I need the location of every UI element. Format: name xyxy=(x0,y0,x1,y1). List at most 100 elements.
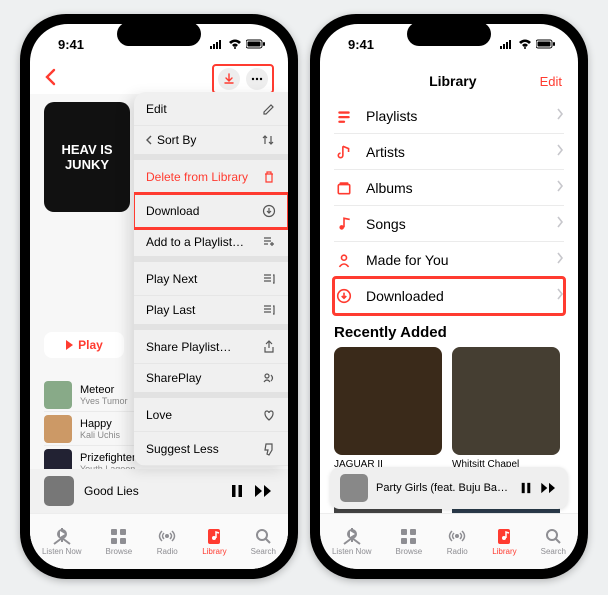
menu-item-play-last[interactable]: Play Last xyxy=(134,296,288,330)
tab-listen-now[interactable]: Listen Now xyxy=(42,527,82,556)
wifi-icon xyxy=(228,39,242,49)
chevron-right-icon xyxy=(556,179,564,197)
trash-icon xyxy=(262,170,276,184)
song-title: Prizefighter xyxy=(80,452,136,464)
status-icons xyxy=(500,39,556,49)
download-button[interactable] xyxy=(218,68,240,90)
playlists-icon xyxy=(334,108,354,124)
recently-added-heading: Recently Added xyxy=(320,314,578,347)
wifi-icon xyxy=(518,39,532,49)
tab-icon xyxy=(493,527,515,545)
tab-label: Library xyxy=(202,547,226,556)
tab-label: Search xyxy=(541,547,566,556)
play-button[interactable]: Play xyxy=(44,332,124,358)
downloaded-icon xyxy=(334,288,354,304)
menu-item-delete-from-library[interactable]: Delete from Library xyxy=(134,160,288,194)
menu-item-share-playlist[interactable]: Share Playlist… xyxy=(134,330,288,364)
back-button[interactable] xyxy=(44,68,56,91)
menu-item-shareplay[interactable]: SharePlay xyxy=(134,364,288,398)
menu-item-suggest-less[interactable]: Suggest Less xyxy=(134,432,288,466)
library-row-label: Albums xyxy=(366,180,544,196)
tab-label: Browse xyxy=(396,547,423,556)
more-button[interactable] xyxy=(246,68,268,90)
tab-radio[interactable]: Radio xyxy=(446,527,468,556)
play-icon xyxy=(65,340,74,350)
shareplay-icon xyxy=(262,371,276,385)
song-text: Meteor Yves Tumor xyxy=(80,384,128,406)
menu-label: Edit xyxy=(146,102,167,116)
menu-label: Love xyxy=(146,408,172,422)
tab-icon xyxy=(203,527,225,545)
library-row-artists[interactable]: Artists xyxy=(334,134,564,170)
tab-label: Listen Now xyxy=(42,547,82,556)
status-icons xyxy=(210,39,266,49)
play-label: Play xyxy=(78,338,103,352)
nowplaying-art xyxy=(340,474,368,502)
tab-listen-now[interactable]: Listen Now xyxy=(332,527,372,556)
tab-icon xyxy=(252,527,274,545)
queue-icon xyxy=(262,303,276,317)
songs-icon xyxy=(334,216,354,232)
phone-right: 9:41 Library Edit Playlists Artists Albu… xyxy=(310,14,588,579)
album-card[interactable]: Whitsitt Chapel Jelly Roll xyxy=(452,347,560,480)
album-art xyxy=(452,347,560,455)
forward-icon[interactable] xyxy=(254,484,274,498)
song-title: Happy xyxy=(80,418,120,430)
album-card[interactable]: JAGUAR II Victoria Monét xyxy=(334,347,442,480)
share-icon xyxy=(262,340,276,354)
menu-label: Download xyxy=(146,204,199,218)
mini-player[interactable]: Good Lies xyxy=(30,469,288,513)
download-icon xyxy=(262,204,276,218)
menu-item-play-next[interactable]: Play Next xyxy=(134,262,288,296)
nav-bar: Library Edit xyxy=(320,64,578,94)
tab-library[interactable]: Library xyxy=(492,527,516,556)
menu-item-edit[interactable]: Edit xyxy=(134,92,288,126)
menu-label: Suggest Less xyxy=(146,442,219,456)
dynamic-island xyxy=(117,22,201,46)
tab-icon xyxy=(51,527,73,545)
menu-item-add-to-a-playlist[interactable]: Add to a Playlist… xyxy=(134,228,288,262)
sort-icon xyxy=(262,133,276,147)
thumbsdown-icon xyxy=(262,442,276,456)
tab-library[interactable]: Library xyxy=(202,527,226,556)
library-row-albums[interactable]: Albums xyxy=(334,170,564,206)
pause-icon[interactable] xyxy=(230,484,244,498)
library-row-made-for-you[interactable]: Made for You xyxy=(334,242,564,278)
forward-icon[interactable] xyxy=(540,482,558,494)
library-row-label: Songs xyxy=(366,216,544,232)
menu-label: Delete from Library xyxy=(146,170,248,184)
library-row-downloaded[interactable]: Downloaded xyxy=(334,278,564,314)
battery-icon xyxy=(536,39,556,49)
screen-left: 9:41 HEAV IS JUNKY xyxy=(30,24,288,569)
song-art xyxy=(44,415,72,443)
tab-browse[interactable]: Browse xyxy=(106,527,133,556)
tab-icon xyxy=(398,527,420,545)
albums-icon xyxy=(334,180,354,196)
heart-icon xyxy=(262,408,276,422)
recent-grid: JAGUAR II Victoria Monét Whitsitt Chapel… xyxy=(320,347,578,480)
signal-icon xyxy=(210,39,224,49)
menu-label: Sort By xyxy=(157,133,196,147)
menu-item-love[interactable]: Love xyxy=(134,398,288,432)
library-row-playlists[interactable]: Playlists xyxy=(334,98,564,134)
menu-item-download[interactable]: Download xyxy=(134,194,288,228)
menu-label: Share Playlist… xyxy=(146,340,231,354)
tab-search[interactable]: Search xyxy=(541,527,566,556)
library-row-songs[interactable]: Songs xyxy=(334,206,564,242)
now-playing-bar[interactable]: Party Girls (feat. Buju Banto… xyxy=(330,467,568,509)
pencil-icon xyxy=(262,102,276,116)
screen-right: 9:41 Library Edit Playlists Artists Albu… xyxy=(320,24,578,569)
tab-label: Radio xyxy=(447,547,468,556)
miniplayer-title: Good Lies xyxy=(84,484,220,498)
album-title-text: HEAV IS JUNKY xyxy=(48,142,126,172)
pause-icon[interactable] xyxy=(520,482,532,494)
nav-bar xyxy=(30,64,288,94)
tab-browse[interactable]: Browse xyxy=(396,527,423,556)
tab-search[interactable]: Search xyxy=(251,527,276,556)
context-menu: Edit Sort By Delete from Library Download Ad… xyxy=(134,92,288,466)
album-cover[interactable]: HEAV IS JUNKY xyxy=(44,102,130,212)
miniplayer-art xyxy=(44,476,74,506)
tab-radio[interactable]: Radio xyxy=(156,527,178,556)
edit-button[interactable]: Edit xyxy=(540,74,562,89)
menu-item-sort-by[interactable]: Sort By xyxy=(134,126,288,160)
